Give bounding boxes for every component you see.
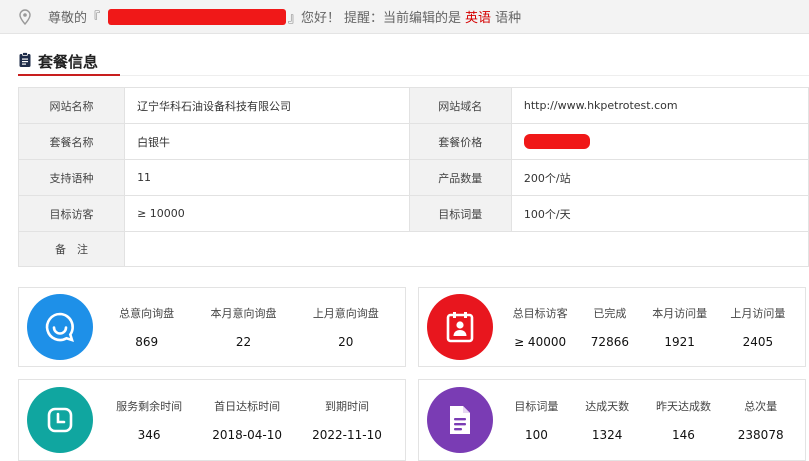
stat-value: 238078: [737, 428, 784, 442]
remarks-label: 备 注: [17, 231, 126, 267]
service-stats: 服务剩余时间 346 首日达标时间 2018-04-10 到期时间 2022-11-1…: [93, 398, 405, 442]
website-name-label: 网站名称: [17, 87, 126, 124]
remarks-value: [124, 231, 809, 267]
month-inquiry-stat: 本月意向询盘 22: [210, 305, 276, 349]
stat-value: 146: [672, 428, 695, 442]
service-card: 服务剩余时间 346 首日达标时间 2018-04-10 到期时间 2022-11-1…: [18, 379, 406, 461]
stat-value: 1324: [591, 428, 623, 442]
table-row: 备 注: [17, 231, 809, 267]
stat-value: 72866: [590, 335, 629, 349]
website-name-value: 辽宁华科石油设备科技有限公司: [124, 87, 410, 124]
expiry-stat: 到期时间 2022-11-10: [312, 398, 382, 442]
main-panel: 套餐信息 网站名称 辽宁华科石油设备科技有限公司 网站域名 http://www…: [0, 34, 809, 461]
stat-label: 总目标访客: [512, 307, 568, 320]
completed-stat: 已完成 72866: [591, 305, 629, 349]
first-day-stat: 首日达标时间 2018-04-10: [212, 398, 282, 442]
stat-label: 服务剩余时间: [116, 400, 183, 413]
website-domain-label: 网站域名: [408, 87, 512, 124]
table-row: 网站名称 辽宁华科石油设备科技有限公司 网站域名 http://www.hkpe…: [17, 87, 809, 124]
greeting-suffix: 』您好！: [288, 11, 341, 26]
languages-value: 11: [124, 159, 410, 196]
stat-value: 2405: [742, 335, 774, 349]
clock-icon: [27, 387, 93, 453]
greeting-text: 尊敬的『: [48, 11, 101, 26]
notice-bar: 尊敬的『 』您好！ 提醒：当前编辑的是 英语 语种: [0, 0, 809, 34]
total-inquiry-stat: 总意向询盘 869: [119, 305, 174, 349]
stat-label: 总次量: [744, 400, 778, 413]
document-icon: [427, 387, 493, 453]
stat-value: 2022-11-10: [312, 428, 382, 442]
month-visits-stat: 本月访问量 1921: [652, 305, 707, 349]
target-visitors-label: 目标访客: [17, 195, 126, 232]
stat-label: 已完成: [593, 307, 627, 320]
section-underline: [18, 74, 120, 76]
stat-value: 100: [524, 428, 548, 442]
package-price-value: [510, 123, 809, 160]
stat-value: 2018-04-10: [212, 428, 282, 442]
table-row: 套餐名称 白银牛 套餐价格: [17, 123, 809, 160]
redacted-price: [523, 134, 590, 149]
package-price-label: 套餐价格: [408, 123, 512, 160]
stat-value: 346: [137, 428, 161, 442]
reminder-text: 提醒：当前编辑的是: [344, 11, 462, 26]
stat-label: 上月意向询盘: [312, 307, 379, 320]
last-month-inquiry-stat: 上月意向询盘 20: [313, 305, 379, 349]
stat-label: 目标词量: [514, 400, 559, 413]
product-count-label: 产品数量: [408, 159, 512, 196]
section-header: 套餐信息: [18, 51, 98, 72]
stat-label: 上月访问量: [730, 307, 786, 320]
target-words-stat: 目标词量 100: [514, 398, 558, 442]
package-name-value: 白银牛: [124, 123, 410, 160]
stat-value: 1921: [664, 335, 695, 349]
stat-label: 总意向询盘: [119, 307, 175, 320]
last-month-visits-stat: 上月访问量 2405: [730, 305, 785, 349]
keywords-card: 目标词量 100 达成天数 1324 昨天达成数 146 总次量 238078: [418, 379, 806, 461]
stat-value: 22: [235, 335, 252, 349]
visitors-stats: 总目标访客 ≥ 40000 已完成 72866 本月访问量 1921 上月访问量 240…: [493, 305, 805, 349]
keywords-stats: 目标词量 100 达成天数 1324 昨天达成数 146 总次量 238078: [493, 398, 805, 442]
redacted-username: [108, 8, 287, 25]
stat-value: 869: [135, 335, 159, 349]
stat-label: 首日达标时间: [214, 400, 281, 413]
stat-label: 到期时间: [325, 400, 370, 413]
inquiry-card: 总意向询盘 869 本月意向询盘 22 上月意向询盘 20: [18, 287, 406, 367]
stat-value: ≥ 40000: [514, 335, 567, 349]
package-info-table: 网站名称 辽宁华科石油设备科技有限公司 网站域名 http://www.hkpe…: [17, 87, 809, 267]
chat-bubble-icon: [27, 294, 93, 360]
stat-label: 本月访问量: [652, 307, 708, 320]
target-visitors-value: ≥ 10000: [124, 195, 410, 232]
total-visitors-stat: 总目标访客 ≥ 40000: [513, 305, 568, 349]
target-keywords-value: 100个/天: [510, 195, 809, 232]
achieved-days-stat: 达成天数 1324: [585, 398, 629, 442]
location-pin-icon: [18, 8, 32, 25]
website-domain-value[interactable]: http://www.hkpetrotest.com: [510, 87, 809, 124]
table-row: 目标访客 ≥ 10000 目标词量 100个/天: [17, 195, 809, 232]
language-suffix: 语种: [495, 11, 522, 26]
clipboard-icon: [18, 51, 32, 72]
visitors-card: 总目标访客 ≥ 40000 已完成 72866 本月访问量 1921 上月访问量 240…: [418, 287, 806, 367]
languages-label: 支持语种: [17, 159, 126, 196]
section-divider: [120, 75, 809, 76]
stat-label: 达成天数: [585, 400, 630, 413]
calendar-user-icon: [427, 294, 493, 360]
inquiry-stats: 总意向询盘 869 本月意向询盘 22 上月意向询盘 20: [93, 305, 405, 349]
table-row: 支持语种 11 产品数量 200个/站: [17, 159, 809, 196]
stat-value: 20: [338, 335, 354, 349]
remaining-time-stat: 服务剩余时间 346: [116, 398, 182, 442]
yesterday-achieved-stat: 昨天达成数 146: [656, 398, 711, 442]
current-language[interactable]: 英语: [465, 7, 491, 26]
stat-label: 昨天达成数: [655, 400, 711, 413]
total-count-stat: 总次量 238078: [738, 398, 784, 442]
stat-label: 本月意向询盘: [210, 307, 277, 320]
package-name-label: 套餐名称: [17, 123, 126, 160]
product-count-value: 200个/站: [510, 159, 809, 196]
target-keywords-label: 目标词量: [408, 195, 512, 232]
section-title: 套餐信息: [38, 53, 99, 71]
